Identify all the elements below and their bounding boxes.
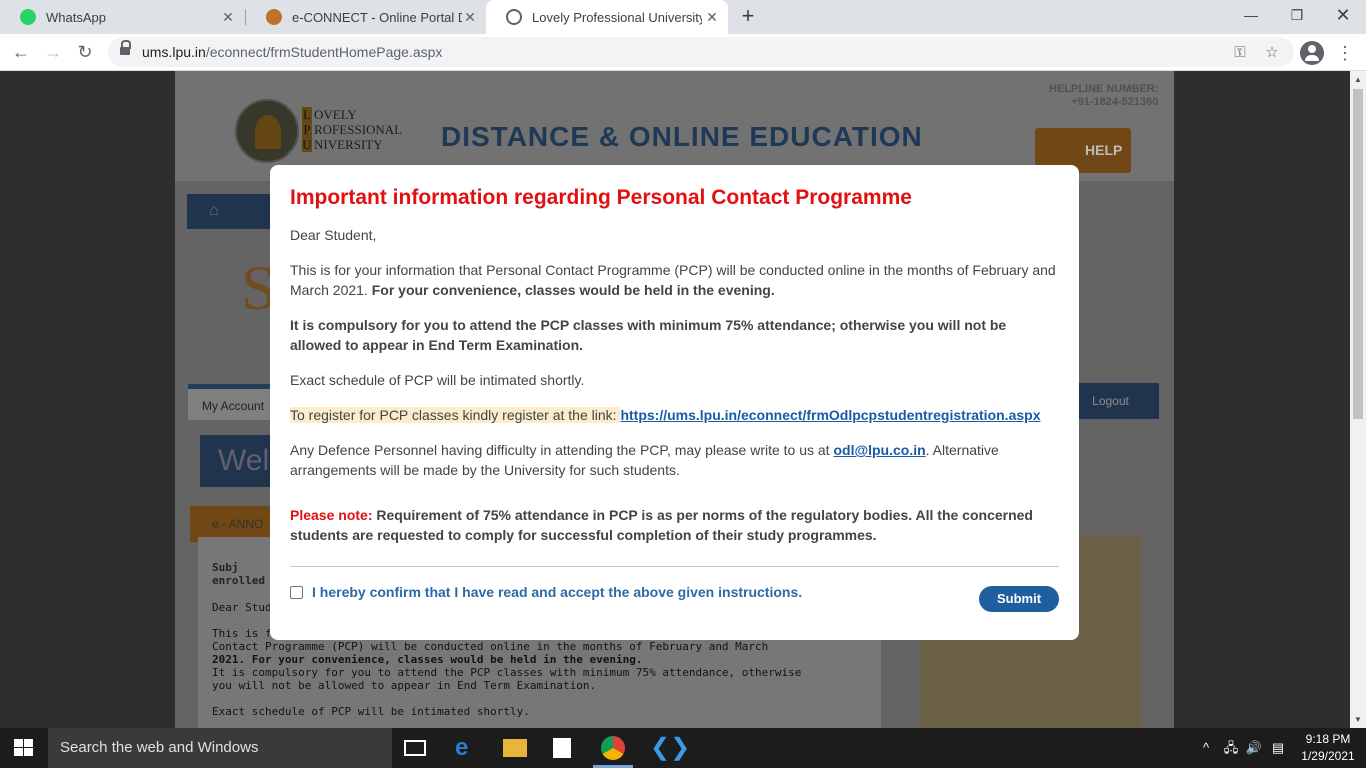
file-explorer-icon[interactable] (503, 739, 527, 757)
lpu-favicon-icon (266, 9, 282, 25)
welcome-banner: Wel (200, 435, 270, 487)
lock-icon (120, 40, 131, 57)
windows-start-icon[interactable] (14, 739, 33, 757)
scroll-up-icon[interactable]: ▲ (1354, 75, 1362, 84)
browser-tab-strip: WhatsApp ✕ e-CONNECT - Online Portal Dis… (0, 0, 1366, 34)
paragraph-schedule: This is for your information that Person… (290, 262, 1056, 298)
confirm-label[interactable]: I hereby confirm that I have read and ac… (312, 584, 802, 600)
helpline: HELPLINE NUMBER: +91-1824-521360 (1049, 83, 1159, 108)
registration-link[interactable]: https://ums.lpu.in/econnect/frmOdlpcpstu… (620, 407, 1040, 423)
globe-icon (506, 9, 522, 25)
divider (290, 566, 1059, 567)
notice-line: 2021. For your convenience, classes woul… (212, 653, 643, 666)
back-arrow-icon[interactable]: ← (9, 40, 33, 64)
store-icon[interactable] (553, 738, 571, 758)
clock-date: 1/29/2021 (1301, 749, 1355, 763)
task-view-icon[interactable] (404, 740, 426, 756)
edge-icon[interactable]: e (455, 736, 479, 760)
notice-line: enrolled i (212, 574, 279, 587)
browser-menu-icon[interactable]: ⋮ (1336, 41, 1354, 65)
close-icon[interactable]: ✕ (704, 9, 720, 25)
minimize-icon[interactable]: — (1228, 0, 1274, 30)
browser-toolbar: ← → ↻ ums.lpu.in/econnect/frmStudentHome… (0, 34, 1366, 71)
whatsapp-icon (20, 9, 36, 25)
forward-arrow-icon[interactable]: → (41, 40, 65, 64)
greeting: Dear Student, (290, 227, 377, 243)
clock-time: 9:18 PM (1305, 732, 1351, 746)
pcp-info-modal: Important information regarding Personal… (270, 165, 1079, 640)
notice-line: Subj (212, 561, 239, 574)
home-icon[interactable]: ⌂ (209, 202, 227, 219)
notifications-icon[interactable]: ▤ (1268, 728, 1288, 768)
email-link[interactable]: odl@lpu.co.in (833, 442, 925, 458)
banner-title: DISTANCE & ONLINE EDUCATION (441, 121, 923, 152)
paragraph-defence: Any Defence Personnel having difficulty … (290, 442, 999, 478)
page-scrollbar[interactable]: ▲ ▼ (1350, 71, 1366, 728)
restore-icon[interactable]: ❐ (1274, 0, 1320, 30)
tab-title: WhatsApp (46, 9, 106, 25)
lpu-wordmark: L OVELY P ROFESSIONAL U NIVERSITY (302, 107, 403, 152)
window-close-icon[interactable]: ✕ (1320, 0, 1366, 30)
network-icon[interactable]: 🖧 (1221, 728, 1241, 768)
scroll-down-icon[interactable]: ▼ (1354, 715, 1362, 724)
new-tab-plus-icon[interactable]: + (736, 5, 760, 29)
key-icon[interactable]: ⚿ (1230, 43, 1250, 63)
paragraph-register: To register for PCP classes kindly regis… (290, 407, 1041, 423)
address-bar[interactable]: ums.lpu.in/econnect/frmStudentHomePage.a… (108, 37, 1294, 67)
profile-avatar-icon[interactable] (1300, 41, 1324, 65)
lpu-seal-logo (235, 99, 299, 163)
windows-taskbar: Search the web and Windows e ❮❯ ^ 🖧 🔊 ▤ … (0, 728, 1366, 768)
notice-line: It is compulsory for you to attend the P… (212, 666, 802, 679)
tab-lpu[interactable]: Lovely Professional University - D ✕ (486, 0, 728, 34)
tray-chevron-up-icon[interactable]: ^ (1196, 728, 1216, 768)
submit-button[interactable]: Submit (979, 586, 1059, 612)
paragraph-note: Please note: Requirement of 75% attendan… (290, 507, 1033, 543)
notice-line: Dear Stud (212, 601, 272, 614)
modal-title: Important information regarding Personal… (290, 186, 912, 209)
tab-title: Lovely Professional University - D (532, 9, 702, 25)
confirm-row: I hereby confirm that I have read and ac… (290, 584, 802, 600)
paragraph-attendance: It is compulsory for you to attend the P… (290, 317, 1007, 353)
close-icon[interactable]: ✕ (220, 9, 236, 25)
tab-whatsapp[interactable]: WhatsApp ✕ (0, 0, 244, 34)
notice-line: Exact schedule of PCP will be intimated … (212, 705, 530, 718)
notice-line: Contact Programme (PCP) will be conducte… (212, 640, 769, 653)
notice-line: you will not be allowed to appear in End… (212, 679, 597, 692)
vscode-icon[interactable]: ❮❯ (650, 736, 690, 760)
bookmark-star-icon[interactable]: ☆ (1262, 43, 1282, 63)
paragraph-intimation: Exact schedule of PCP will be intimated … (290, 372, 585, 388)
url-text: ums.lpu.in/econnect/frmStudentHomePage.a… (142, 44, 443, 60)
close-icon[interactable]: ✕ (462, 9, 478, 25)
tab-title: e-CONNECT - Online Portal Dista (292, 9, 462, 25)
scrollbar-thumb[interactable] (1353, 89, 1363, 419)
tab-econnect[interactable]: e-CONNECT - Online Portal Dista ✕ (246, 0, 486, 34)
confirm-checkbox[interactable] (290, 585, 303, 599)
taskbar-search-input[interactable]: Search the web and Windows (48, 728, 392, 768)
volume-icon[interactable]: 🔊 (1244, 728, 1264, 768)
chrome-icon[interactable] (601, 736, 625, 760)
reload-icon[interactable]: ↻ (73, 40, 97, 64)
taskbar-clock[interactable]: 9:18 PM 1/29/2021 (1298, 731, 1358, 765)
